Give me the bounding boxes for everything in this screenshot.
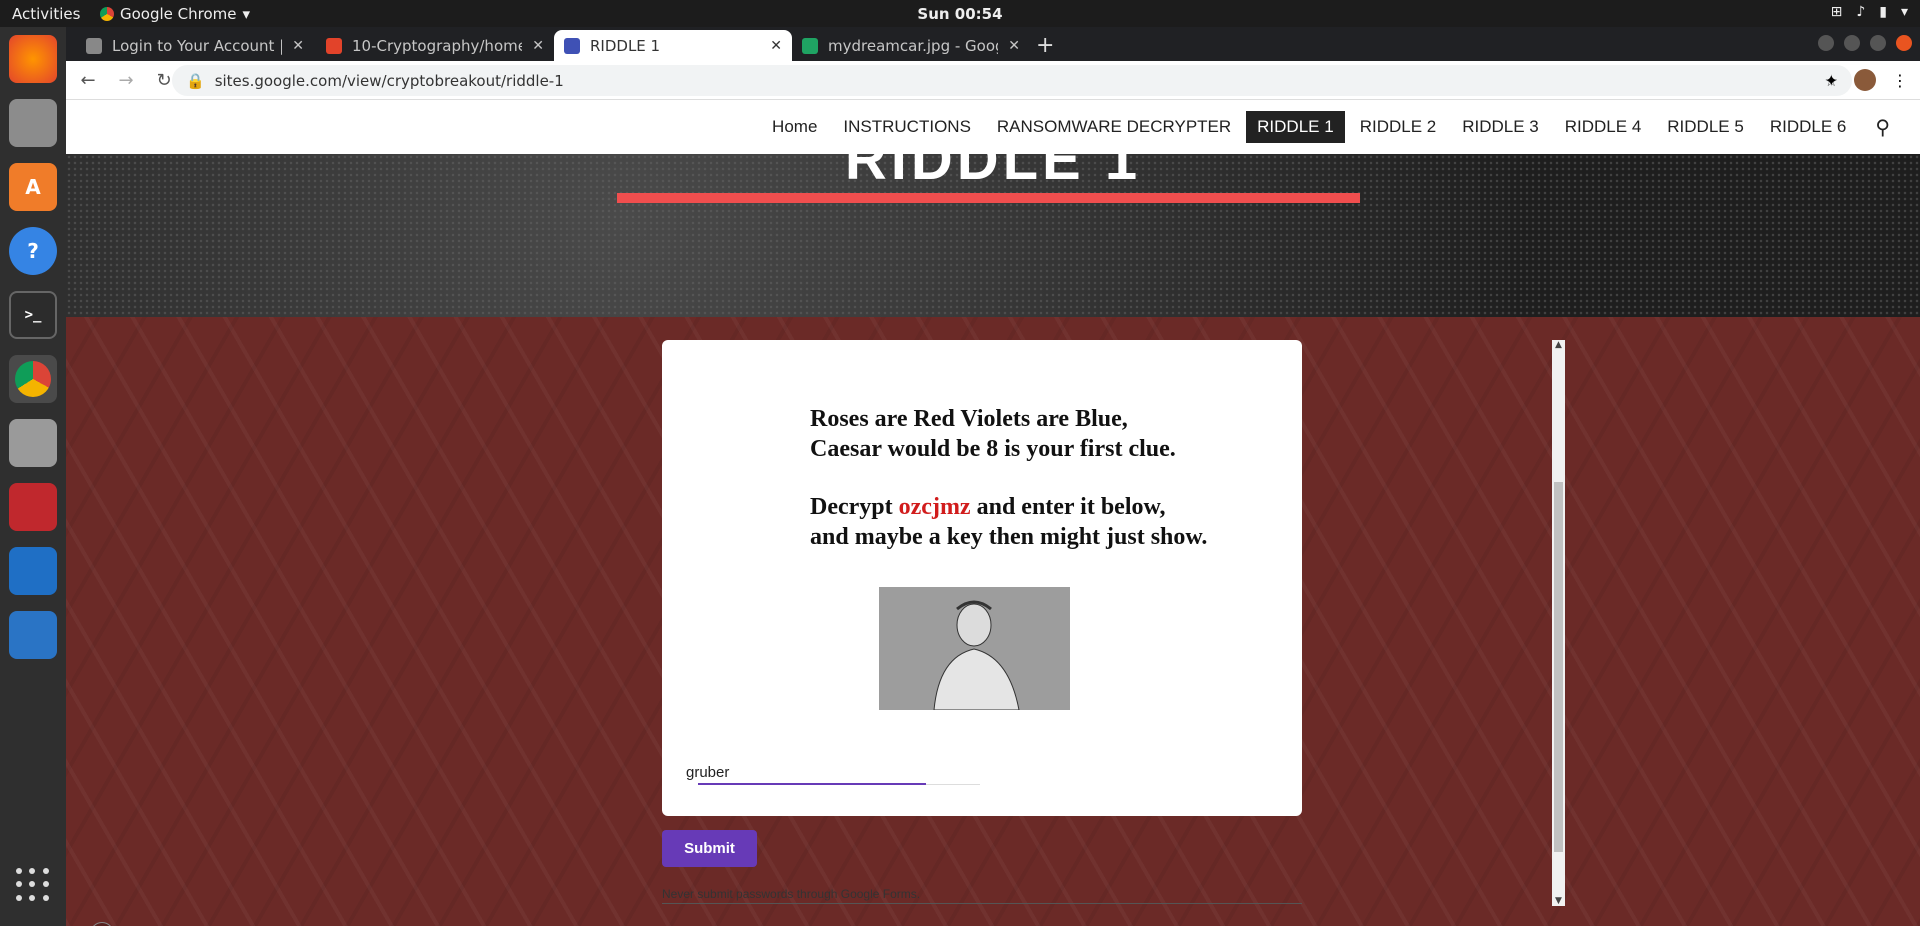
riddle-line-1: Roses are Red Violets are Blue, — [810, 406, 1128, 432]
more-menu-icon[interactable]: ⋮ — [1892, 71, 1908, 90]
network-icon: ⊞ — [1830, 4, 1843, 20]
nav-ransomware-decrypter[interactable]: RANSOMWARE DECRYPTER — [986, 111, 1242, 143]
nav-instructions[interactable]: INSTRUCTIONS — [832, 111, 982, 143]
close-icon[interactable]: ✕ — [532, 38, 544, 54]
terminal-icon[interactable]: >_ — [9, 291, 57, 339]
show-applications-icon[interactable] — [16, 868, 50, 902]
camera-icon[interactable] — [9, 419, 57, 467]
system-top-bar: Activities Google Chrome ▾ Sun 00:54 ⊞ ♪… — [0, 0, 1920, 27]
battery-icon: ▮ — [1879, 4, 1887, 20]
address-bar[interactable]: 🔒 sites.google.com/view/cryptobreakout/r… — [172, 65, 1852, 96]
riddle-line-3: Decrypt ozcjmz and enter it below, — [810, 492, 1207, 522]
nav-riddle-1[interactable]: RIDDLE 1 — [1246, 111, 1345, 143]
riddle-line-3-prefix: Decrypt — [810, 494, 899, 520]
help-icon[interactable]: ? — [9, 227, 57, 275]
page-header-banner: RIDDLE 1 — [66, 154, 1920, 317]
title-underline — [617, 193, 1360, 203]
tab-login[interactable]: Login to Your Account | B ✕ — [76, 30, 314, 61]
dock: A ? >_ — [0, 27, 66, 926]
nav-riddle-4[interactable]: RIDDLE 4 — [1554, 111, 1653, 143]
nav-riddle-2[interactable]: RIDDLE 2 — [1349, 111, 1448, 143]
caesar-illustration — [879, 587, 1070, 710]
wireshark-icon[interactable] — [9, 611, 57, 659]
window-controls — [1818, 35, 1912, 51]
close-icon[interactable]: ✕ — [1008, 38, 1020, 54]
google-drive-icon — [802, 37, 818, 54]
submit-button[interactable]: Submit — [662, 830, 757, 867]
page-title: RIDDLE 1 — [844, 154, 1142, 192]
vscode-icon[interactable] — [9, 547, 57, 595]
back-icon[interactable]: ← — [72, 70, 104, 91]
search-icon[interactable]: ⚲ — [1875, 115, 1890, 140]
nav-riddle-6[interactable]: RIDDLE 6 — [1759, 111, 1858, 143]
toolbar: ← → ↻ 🔒 sites.google.com/view/cryptobrea… — [66, 61, 1920, 100]
riddle-line-4: and maybe a key then might just show. — [810, 524, 1208, 550]
riddle-line-3-suffix: and enter it below, — [970, 494, 1166, 520]
gitlab-icon — [326, 37, 342, 54]
caesar-portrait-image — [879, 587, 1070, 710]
close-icon[interactable]: ✕ — [770, 38, 782, 54]
tab-title: 10-Cryptography/homew — [352, 36, 523, 55]
globe-icon — [86, 37, 102, 54]
tab-riddle-1[interactable]: RIDDLE 1 ✕ — [554, 30, 792, 61]
url-text: sites.google.com/view/cryptobreakout/rid… — [214, 71, 564, 90]
volume-icon: ♪ — [1856, 4, 1866, 20]
content-section: Roses are Red Violets are Blue, Caesar w… — [66, 317, 1920, 926]
app-icon[interactable] — [9, 483, 57, 531]
forward-icon[interactable]: → — [110, 70, 142, 91]
files-icon[interactable] — [9, 99, 57, 147]
info-icon[interactable]: i — [90, 922, 114, 926]
scroll-up-icon[interactable]: ▲ — [1552, 340, 1565, 350]
lock-icon: 🔒 — [186, 71, 205, 90]
riddle-text: Roses are Red Violets are Blue, Caesar w… — [810, 404, 1207, 552]
clock[interactable]: Sun 00:54 — [0, 5, 1920, 23]
close-icon[interactable]: ✕ — [292, 38, 304, 54]
form-scrollbar[interactable]: ▲ ▼ — [1552, 340, 1565, 906]
tab-gitlab[interactable]: 10-Cryptography/homew ✕ — [316, 30, 554, 61]
new-tab-button[interactable]: + — [1036, 33, 1054, 58]
tab-drive[interactable]: mydreamcar.jpg - Google ✕ — [792, 30, 1030, 61]
chevron-down-icon: ▾ — [1900, 4, 1908, 20]
tab-title: RIDDLE 1 — [590, 36, 661, 55]
tab-strip: Login to Your Account | B ✕ 10-Cryptogra… — [66, 27, 1920, 61]
system-tray[interactable]: ⊞ ♪ ▮ ▾ — [1831, 4, 1908, 20]
tab-search-icon[interactable] — [1818, 35, 1834, 51]
close-window-icon[interactable] — [1896, 35, 1912, 51]
embedded-form: Roses are Red Violets are Blue, Caesar w… — [662, 340, 1302, 816]
answer-input[interactable]: gruber — [686, 764, 980, 781]
extensions-icon[interactable]: ✦ — [1825, 71, 1838, 90]
toolbar-right: ✦ ⋮ — [1825, 69, 1908, 91]
tab-title: mydreamcar.jpg - Google — [828, 36, 998, 55]
riddle-line-2: Caesar would be 8 is your first clue. — [810, 436, 1176, 462]
chrome-icon[interactable] — [9, 355, 57, 403]
avatar[interactable] — [1854, 69, 1876, 91]
scroll-down-icon[interactable]: ▼ — [1552, 896, 1565, 906]
answer-input-focus-bar — [698, 783, 926, 785]
web-page: Home INSTRUCTIONS RANSOMWARE DECRYPTER R… — [66, 100, 1920, 926]
cipher-word: ozcjmz — [898, 494, 971, 520]
firefox-icon[interactable] — [9, 35, 57, 83]
browser-window: Login to Your Account | B ✕ 10-Cryptogra… — [66, 27, 1920, 926]
nav-riddle-5[interactable]: RIDDLE 5 — [1656, 111, 1755, 143]
google-sites-icon — [564, 37, 580, 54]
minimize-icon[interactable] — [1844, 35, 1860, 51]
password-disclaimer: Never submit passwords through Google Fo… — [662, 887, 1302, 904]
maximize-icon[interactable] — [1870, 35, 1886, 51]
tab-title: Login to Your Account | B — [112, 36, 283, 55]
site-navigation: Home INSTRUCTIONS RANSOMWARE DECRYPTER R… — [66, 100, 1920, 154]
software-icon[interactable]: A — [9, 163, 57, 211]
nav-home[interactable]: Home — [761, 111, 828, 143]
nav-riddle-3[interactable]: RIDDLE 3 — [1451, 111, 1550, 143]
scrollbar-thumb[interactable] — [1554, 482, 1563, 852]
